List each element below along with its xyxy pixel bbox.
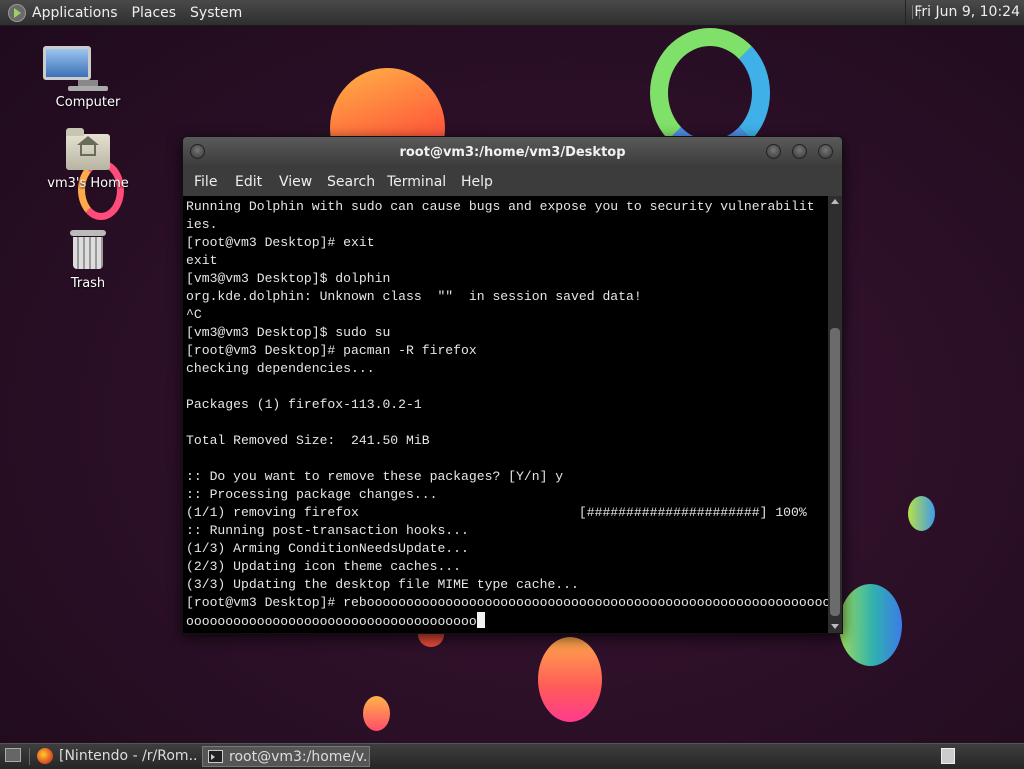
panel-separator xyxy=(29,748,30,765)
terminal-line: exit xyxy=(186,253,218,268)
desktop-icon-home[interactable]: vm3's Home xyxy=(43,128,133,191)
desktop-icon-label: Trash xyxy=(70,276,106,291)
menu-terminal[interactable]: Terminal xyxy=(387,174,446,190)
workspace-switcher[interactable] xyxy=(941,748,955,764)
maximize-icon[interactable] xyxy=(792,144,807,159)
terminal-window: root@vm3:/home/vm3/Desktop File Edit Vie… xyxy=(182,136,843,634)
desktop-icon-computer[interactable]: Computer xyxy=(43,46,133,110)
scroll-down-arrow-icon[interactable] xyxy=(831,624,839,629)
show-desktop-icon[interactable] xyxy=(5,748,21,762)
terminal-input-line: ooooooooooooooooooooooooooooooooooooo xyxy=(186,614,477,629)
terminal-history: Running Dolphin with sudo can cause bugs… xyxy=(186,199,828,610)
terminal-line: :: Processing package changes... xyxy=(186,487,438,502)
window-title: root@vm3:/home/vm3/Desktop xyxy=(399,145,626,160)
terminal-line: (1/3) Arming ConditionNeedsUpdate... xyxy=(186,541,469,556)
terminal-line: :: Do you want to remove these packages?… xyxy=(186,469,564,484)
terminal-icon xyxy=(208,750,223,763)
scrollbar-thumb[interactable] xyxy=(830,328,840,616)
terminal-line: [vm3@vm3 Desktop]$ sudo su xyxy=(186,325,391,340)
text-cursor xyxy=(476,612,485,628)
menu-search[interactable]: Search xyxy=(327,174,375,190)
terminal-line: [vm3@vm3 Desktop]$ dolphin xyxy=(186,271,391,286)
taskbar-item-terminal[interactable]: root@vm3:/home/v... xyxy=(202,746,370,767)
menu-file[interactable]: File xyxy=(194,174,217,190)
terminal-line: [root@vm3 Desktop]# exit xyxy=(186,235,375,250)
terminal-line: :: Running post-transaction hooks... xyxy=(186,523,469,538)
computer-icon xyxy=(43,46,133,91)
system-menu[interactable]: System xyxy=(190,5,242,21)
clock[interactable]: Fri Jun 9, 10:24 xyxy=(905,0,1020,25)
top-panel: Applications Places System Fri Jun 9, 10… xyxy=(0,0,1024,26)
wallpaper-small-blue-blob xyxy=(908,496,935,531)
minimize-icon[interactable] xyxy=(766,144,781,159)
terminal-line: (1/1) removing firefox [################… xyxy=(186,505,807,520)
terminal-line: checking dependencies... xyxy=(186,361,375,376)
wallpaper-large-green-blob xyxy=(839,584,902,666)
terminal-line: [root@vm3 Desktop]# pacman -R firefox xyxy=(186,343,477,358)
terminal-line: (2/3) Updating icon theme caches... xyxy=(186,559,462,574)
places-menu[interactable]: Places xyxy=(132,5,177,21)
trash-icon xyxy=(43,230,133,272)
taskbar-item-firefox[interactable]: [Nintendo - /r/Rom... xyxy=(33,746,199,767)
terminal-line: ^C xyxy=(186,307,202,322)
terminal-line: [root@vm3 Desktop]# rebooooooooooooooooo… xyxy=(186,595,828,610)
terminal-line: Running Dolphin with sudo can cause bugs… xyxy=(186,199,815,214)
terminal-line: ies. xyxy=(186,217,218,232)
terminal-text: Running Dolphin with sudo can cause bugs… xyxy=(186,198,828,631)
distro-logo-icon[interactable] xyxy=(8,3,26,22)
menu-view[interactable]: View xyxy=(279,174,312,190)
wallpaper-bottom-orange-blob xyxy=(538,637,602,722)
terminal-menubar: File Edit View Search Terminal Help xyxy=(183,168,842,196)
home-folder-icon xyxy=(43,128,133,172)
desktop-icon-label: vm3's Home xyxy=(47,176,129,191)
terminal-line: Total Removed Size: 241.50 MiB xyxy=(186,433,430,448)
close-icon[interactable] xyxy=(818,144,833,159)
taskbar-item-label: [Nintendo - /r/Rom... xyxy=(59,748,199,764)
terminal-titlebar[interactable]: root@vm3:/home/vm3/Desktop xyxy=(183,137,842,168)
terminal-output[interactable]: Running Dolphin with sudo can cause bugs… xyxy=(183,196,828,633)
desktop-icon-label: Computer xyxy=(55,95,121,110)
terminal-line: org.kde.dolphin: Unknown class "" in ses… xyxy=(186,289,642,304)
terminal-scrollbar[interactable] xyxy=(828,196,842,633)
terminal-line: Packages (1) firefox-113.0.2-1 xyxy=(186,397,422,412)
terminal-line: (3/3) Updating the desktop file MIME typ… xyxy=(186,577,579,592)
scroll-up-arrow-icon[interactable] xyxy=(831,199,839,204)
taskbar-item-label: root@vm3:/home/v... xyxy=(229,749,370,765)
desktop-icon-trash[interactable]: Trash xyxy=(43,230,133,291)
firefox-icon xyxy=(37,748,53,764)
applications-menu[interactable]: Applications xyxy=(32,5,118,21)
menu-help[interactable]: Help xyxy=(461,174,493,190)
wallpaper-tiny-orange-blob xyxy=(363,696,390,731)
menu-edit[interactable]: Edit xyxy=(235,174,262,190)
bottom-panel: [Nintendo - /r/Rom... root@vm3:/home/v..… xyxy=(0,743,1024,769)
